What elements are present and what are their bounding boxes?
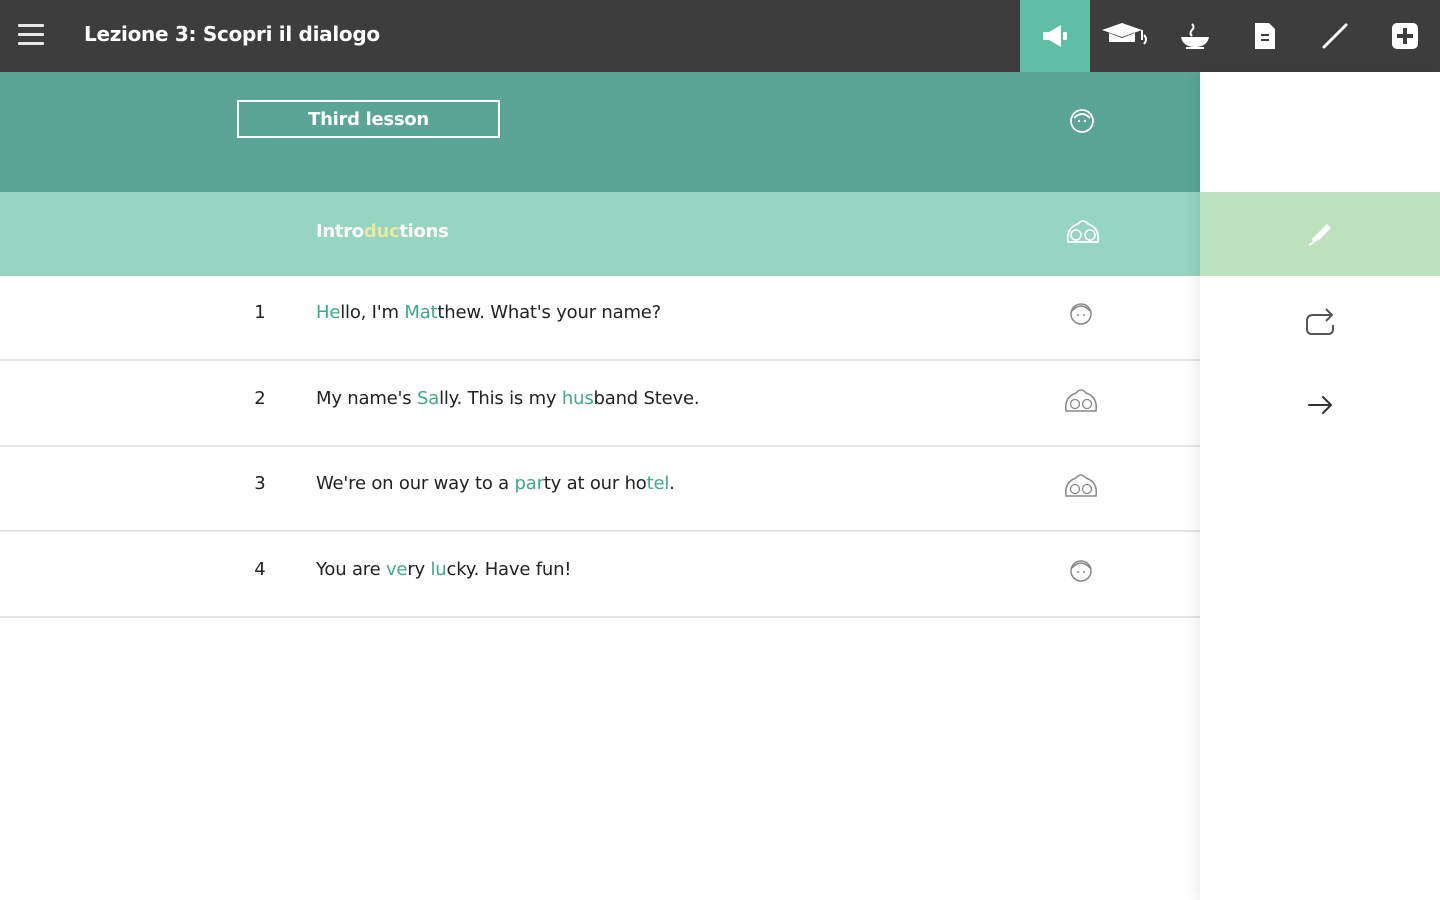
text-segment: ry xyxy=(407,558,431,580)
bowl-icon xyxy=(1181,23,1209,49)
line-number: 4 xyxy=(254,558,266,580)
stressed-syllable: par xyxy=(514,473,544,494)
repeat-icon xyxy=(1306,308,1334,335)
man-face-icon[interactable] xyxy=(1066,298,1104,330)
stressed-syllable: He xyxy=(316,302,341,323)
top-bar: Lezione 3: Scopri il dialogo xyxy=(0,0,1440,72)
text-segment: . xyxy=(669,473,675,494)
text-segment: My name's xyxy=(316,387,417,409)
text-segment: You are xyxy=(316,558,386,580)
pencil-icon xyxy=(1322,23,1348,49)
speaker-face-icon[interactable] xyxy=(1067,106,1097,136)
side-panel xyxy=(1200,72,1440,900)
stressed-syllable: Sa xyxy=(417,387,440,409)
megaphone-icon xyxy=(1043,25,1067,47)
dialog-line-row[interactable]: 1 Hello, I'm Matthew. What's your name? xyxy=(0,276,1200,361)
stressed-syllable: ve xyxy=(385,558,408,580)
bowl-tool-button[interactable] xyxy=(1160,0,1230,72)
toolbar xyxy=(1020,0,1440,72)
pencil-tool-button[interactable] xyxy=(1300,0,1370,72)
graduation-cap-icon xyxy=(1102,23,1147,45)
man-face-icon[interactable] xyxy=(1066,555,1104,587)
stressed-syllable: lu xyxy=(430,558,447,580)
plus-square-icon xyxy=(1392,23,1418,49)
line-number: 1 xyxy=(254,302,266,323)
section-title: Introductions xyxy=(316,221,449,242)
dialog-line-text: My name's Sally. This is my husband Stev… xyxy=(316,387,700,409)
hamburger-menu-icon[interactable] xyxy=(18,24,44,48)
graduation-cap-tool-button[interactable] xyxy=(1090,0,1160,72)
woman-face-icon[interactable] xyxy=(1063,469,1101,501)
arrow-right-icon xyxy=(1308,396,1332,414)
document-tool-button[interactable] xyxy=(1230,0,1300,72)
megaphone-tool-button[interactable] xyxy=(1020,0,1090,72)
stressed-syllable: tel xyxy=(646,473,670,494)
woman-face-icon[interactable] xyxy=(1063,384,1101,416)
section-title-part: tions xyxy=(399,221,449,242)
dialog-line-row[interactable]: 3 We're on our way to a party at our hote… xyxy=(0,447,1200,532)
dialog-line-text: We're on our way to a party at our hotel… xyxy=(316,473,675,494)
text-segment: cky. Have fun! xyxy=(446,558,572,580)
dialog-line-row[interactable]: 2 My name's Sally. This is my husband Ste… xyxy=(0,361,1200,447)
line-number: 3 xyxy=(254,473,266,494)
dialog-panel: Third lesson Introductions 1 Hello, I'm M… xyxy=(0,72,1200,900)
highlighter-icon xyxy=(1308,224,1331,246)
repeat-button[interactable] xyxy=(1200,286,1440,356)
lesson-header: Third lesson xyxy=(0,72,1200,192)
highlighter-button[interactable] xyxy=(1200,192,1440,276)
line-number: 2 xyxy=(254,387,266,409)
next-button[interactable] xyxy=(1200,370,1440,440)
dialog-line-text: You are very lucky. Have fun! xyxy=(316,558,572,580)
text-segment: llo, I'm xyxy=(340,302,405,323)
section-title-part: duc xyxy=(363,221,400,242)
text-segment: lly. This is my xyxy=(439,387,562,409)
text-segment: ty at our ho xyxy=(543,473,647,494)
document-icon xyxy=(1255,23,1275,49)
dialog-line-text: Hello, I'm Matthew. What's your name? xyxy=(316,302,661,323)
text-segment: band Steve. xyxy=(593,387,700,409)
section-header: Introductions xyxy=(0,192,1200,276)
page-title: Lezione 3: Scopri il dialogo xyxy=(84,22,380,46)
stressed-syllable: Mat xyxy=(404,302,438,323)
dialog-line-row[interactable]: 4 You are very lucky. Have fun! xyxy=(0,532,1200,618)
group-faces-icon[interactable] xyxy=(1064,216,1102,248)
lesson-label-button[interactable]: Third lesson xyxy=(237,100,500,138)
add-tool-button[interactable] xyxy=(1370,0,1440,72)
section-title-part: Intro xyxy=(316,221,364,242)
text-segment: thew. What's your name? xyxy=(437,302,662,323)
text-segment: We're on our way to a xyxy=(316,473,515,494)
stressed-syllable: hus xyxy=(561,387,594,409)
